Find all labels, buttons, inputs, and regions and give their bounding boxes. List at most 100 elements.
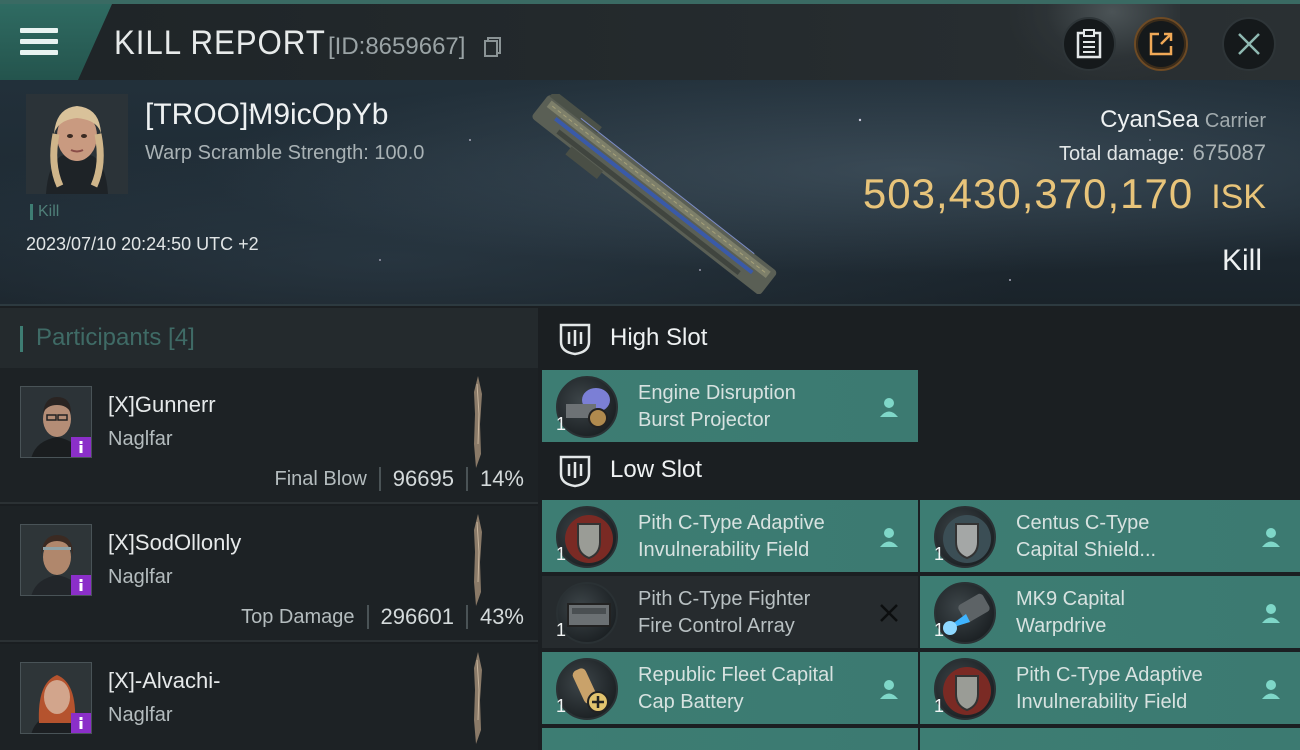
total-damage-value: 675087 (1192, 140, 1266, 165)
report-id: [ID:8659667] (328, 33, 466, 60)
participant-row[interactable]: [X]SodOllonly Naglfar Top Damage 296601 … (0, 506, 538, 642)
isk-value: 503,430,370,170 ISK (863, 170, 1266, 218)
item-name-line2: Burst Projector (638, 409, 771, 431)
participant-ship: Naglfar (108, 428, 173, 450)
damage-value: 296601 (380, 604, 454, 629)
item-name-line1: Centus C-Type (1016, 512, 1150, 534)
item-name-line2: Invulnerability Field (638, 539, 810, 561)
module-item[interactable]: 1 MK9 Capital Warpdrive (920, 576, 1300, 648)
high-slot-title: High Slot (610, 324, 708, 351)
item-name: Pith C-Type Adaptive Invulnerability Fie… (638, 510, 874, 564)
module-item[interactable]: 1 Republic Fleet Capital Cap Battery (542, 652, 918, 724)
damage-value: 96695 (392, 466, 454, 491)
destroyed-x-icon (880, 604, 898, 622)
item-name: MK9 Capital Warpdrive (1016, 586, 1252, 640)
module-item[interactable] (920, 728, 1300, 750)
participant-row[interactable]: [X]Gunnerr Naglfar Final Blow 96695 14% (0, 368, 538, 504)
module-item[interactable]: 1 Pith C-Type Adaptive Invulnerability F… (920, 652, 1300, 724)
module-item-destroyed[interactable]: 1 Pith C-Type Fighter Fire Control Array (542, 576, 918, 648)
item-name-line2: Warpdrive (1016, 615, 1107, 637)
isk-amount: 503,430,370,170 (862, 170, 1194, 217)
person-icon (880, 398, 898, 417)
participant-ship: Naglfar (108, 566, 173, 588)
person-icon (880, 528, 898, 547)
module-item[interactable]: 1 Pith C-Type Adaptive Invulnerability F… (542, 500, 918, 572)
low-slot-icon (559, 455, 591, 488)
info-badge-icon[interactable] (71, 713, 91, 733)
share-icon (1149, 32, 1173, 56)
clipboard-button[interactable] (1062, 17, 1116, 71)
item-name: Engine Disruption Burst Projector (638, 380, 874, 434)
top-bar: KILL REPORT [ID:8659667] (0, 0, 1300, 84)
share-button[interactable] (1134, 17, 1188, 71)
total-damage-label: Total damage: (1058, 143, 1185, 165)
info-badge-icon[interactable] (71, 575, 91, 595)
kill-summary: [TROO]M9icOpYb Warp Scramble Strength: 1… (0, 80, 1300, 306)
kill-tag: Kill (30, 204, 59, 220)
high-slot-icon (559, 323, 591, 356)
item-name-line1: Pith C-Type Fighter (638, 588, 811, 610)
participant-stats: Top Damage 296601 43% (241, 604, 524, 630)
participant-avatar[interactable] (20, 662, 92, 734)
participant-ship-icon (474, 652, 482, 744)
close-button[interactable] (1222, 17, 1276, 71)
participant-name: [X]SodOllonly (108, 530, 242, 555)
victim-ship-class: Carrier (1204, 110, 1266, 132)
warp-scramble-strength: Warp Scramble Strength: 100.0 (145, 142, 425, 164)
damage-percent: 43% (479, 604, 524, 629)
total-damage: Total damage: 675087 (1059, 140, 1266, 166)
item-name: Pith C-Type Adaptive Invulnerability Fie… (1016, 662, 1252, 716)
item-quantity: 1 (556, 696, 567, 716)
high-slot-header: High Slot (538, 308, 1300, 370)
low-slot-title: Low Slot (610, 456, 703, 483)
menu-button[interactable] (0, 4, 112, 80)
participant-name: [X]Gunnerr (108, 392, 216, 417)
item-quantity: 1 (556, 414, 567, 434)
module-item[interactable]: 1 Centus C-Type Capital Shield... (920, 500, 1300, 572)
victim-ship-name: CyanSea (1100, 106, 1199, 133)
item-name-line1: Engine Disruption (638, 382, 796, 404)
stat-label: Final Blow (274, 467, 367, 490)
participant-name: [X]-Alvachi- (108, 668, 221, 693)
item-name-line2: Invulnerability Field (1016, 691, 1188, 713)
participants-panel: Participants [4] [X]Gunnerr Naglfar Fina… (0, 308, 538, 750)
person-icon (1262, 528, 1280, 547)
item-quantity: 1 (556, 544, 567, 564)
damage-percent: 14% (479, 466, 524, 491)
item-name: Centus C-Type Capital Shield... (1016, 510, 1252, 564)
participant-row[interactable]: [X]-Alvachi- Naglfar (0, 644, 538, 750)
low-slot-header: Low Slot (538, 440, 1300, 502)
participant-avatar[interactable] (20, 524, 92, 596)
fitting-panel: High Slot 1 Engine Disruption Burst Proj… (538, 308, 1300, 750)
person-icon (1262, 604, 1280, 623)
item-name-line2: Fire Control Array (638, 615, 795, 637)
module-item[interactable]: 1 Engine Disruption Burst Projector (542, 370, 918, 442)
item-name-line1: Pith C-Type Adaptive (638, 512, 825, 534)
participant-avatar[interactable] (20, 386, 92, 458)
item-name-line2: Capital Shield... (1016, 539, 1157, 561)
module-item[interactable] (542, 728, 918, 750)
item-quantity: 1 (934, 696, 945, 716)
copy-icon[interactable] (484, 37, 502, 57)
participant-ship-icon (474, 376, 482, 468)
item-quantity: 1 (556, 620, 567, 640)
victim-ship-image (532, 94, 777, 294)
info-badge-icon[interactable] (71, 437, 91, 457)
participant-ship-icon (474, 514, 482, 606)
item-name-line1: Republic Fleet Capital (638, 664, 834, 686)
kill-result: Kill (1221, 244, 1262, 277)
menu-icon[interactable] (20, 28, 58, 56)
kill-timestamp: 2023/07/10 20:24:50 UTC +2 (26, 234, 259, 254)
pilot-avatar[interactable] (26, 94, 128, 194)
isk-currency: ISK (1211, 178, 1266, 216)
participants-title: Participants [4] (36, 324, 195, 351)
victim-ship[interactable]: CyanSea Carrier (1100, 106, 1266, 134)
stat-label: Top Damage (241, 605, 355, 628)
participant-ship: Naglfar (108, 704, 173, 726)
pilot-name[interactable]: [TROO]M9icOpYb (145, 98, 388, 132)
person-icon (1262, 680, 1280, 699)
participant-stats: Final Blow 96695 14% (274, 466, 524, 492)
page-title: KILL REPORT (114, 24, 326, 62)
person-icon (880, 680, 898, 699)
item-quantity: 1 (934, 620, 945, 640)
